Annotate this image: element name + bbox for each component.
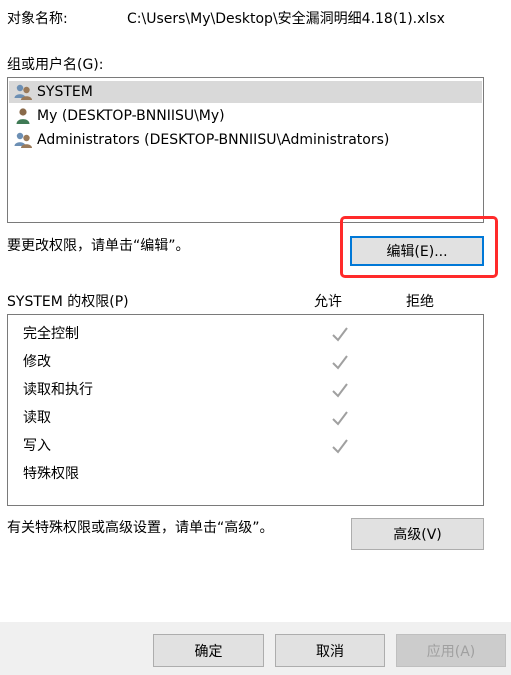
deny-column-header: 拒绝: [406, 294, 434, 310]
permission-special: 特殊权限: [23, 466, 79, 482]
groups-label: 组或用户名(G):: [7, 57, 104, 73]
allow-check-icon: [332, 439, 348, 454]
cancel-button[interactable]: 取消: [275, 634, 385, 667]
apply-button[interactable]: 应用(A): [396, 634, 506, 667]
allow-check-icon: [332, 327, 348, 342]
cancel-button-label: 取消: [316, 643, 344, 660]
list-item-label: Administrators (DESKTOP-BNNIISU\Administ…: [37, 132, 390, 148]
permission-modify: 修改: [23, 354, 51, 370]
permission-read-execute: 读取和执行: [23, 382, 93, 398]
edit-button[interactable]: 编辑(E)...: [350, 236, 484, 266]
allow-check-icon: [332, 355, 348, 370]
advanced-button[interactable]: 高级(V): [351, 518, 484, 550]
advanced-button-label: 高级(V): [393, 527, 442, 543]
allow-check-icon: [332, 411, 348, 426]
permission-write: 写入: [23, 438, 51, 454]
permission-read: 读取: [23, 410, 51, 426]
apply-button-label: 应用(A): [426, 643, 476, 660]
edit-button-label: 编辑(E)...: [386, 244, 448, 260]
advanced-hint: 有关特殊权限或高级设置，请单击“高级”。: [7, 520, 274, 536]
groups-listbox[interactable]: SYSTEM My (DESKTOP-BNNIISU\My) Administr…: [7, 77, 484, 223]
edit-hint: 要更改权限，请单击“编辑”。: [7, 238, 190, 254]
ok-button-label: 确定: [194, 643, 223, 660]
permissions-title: SYSTEM 的权限(P): [7, 294, 129, 310]
list-item-my[interactable]: My (DESKTOP-BNNIISU\My): [9, 105, 482, 127]
users-group-icon: [14, 84, 32, 100]
ok-button[interactable]: 确定: [153, 634, 264, 667]
allow-column-header: 允许: [314, 294, 342, 310]
list-item-label: My (DESKTOP-BNNIISU\My): [37, 108, 225, 124]
object-path: C:\Users\My\Desktop\安全漏洞明细4.18(1).xlsx: [127, 11, 445, 27]
allow-check-icon: [332, 383, 348, 398]
list-item-system[interactable]: SYSTEM: [9, 81, 482, 103]
permissions-list: 完全控制 修改 读取和执行 读取 写入 特殊权限: [7, 314, 484, 506]
object-name-label: 对象名称:: [7, 11, 68, 27]
users-group-icon: [14, 132, 32, 148]
permission-full-control: 完全控制: [23, 326, 79, 342]
list-item-administrators[interactable]: Administrators (DESKTOP-BNNIISU\Administ…: [9, 129, 482, 151]
list-item-label: SYSTEM: [37, 84, 93, 100]
user-icon: [16, 108, 30, 124]
